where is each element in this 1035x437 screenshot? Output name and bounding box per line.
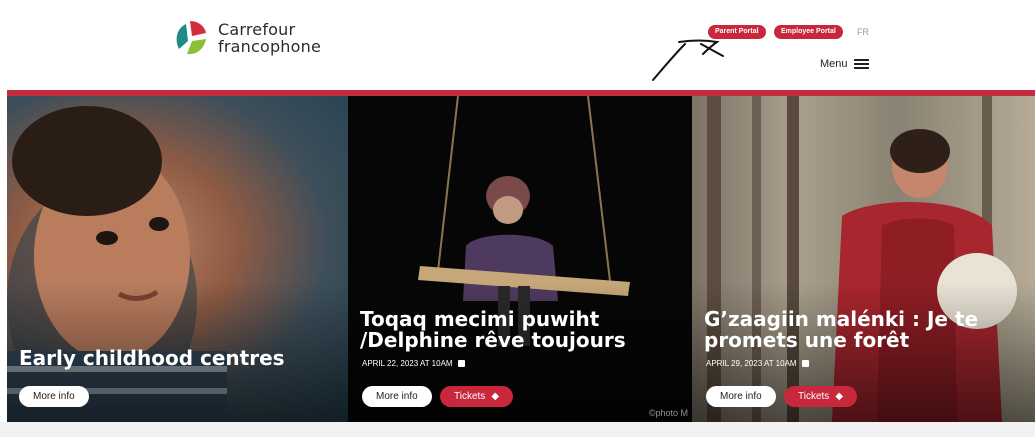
more-info-button[interactable]: More info (362, 386, 432, 407)
more-info-button[interactable]: More info (706, 386, 776, 407)
calendar-icon (457, 360, 465, 367)
card-title[interactable]: G’zaagiin malénki : Je te promets une fo… (704, 309, 994, 351)
card-title[interactable]: Early childhood centres (19, 348, 285, 369)
content-strip (0, 422, 1035, 437)
logo-text: Carrefour francophone (218, 21, 321, 55)
page: Carrefour francophone Parent Portal Empl… (0, 0, 1035, 437)
site-header: Carrefour francophone Parent Portal Empl… (0, 0, 1035, 90)
hamburger-icon (853, 59, 869, 69)
photo-credit: ©photo M (648, 408, 688, 418)
card-title[interactable]: Toqaq mecimi puwiht /Delphine rêve toujo… (360, 309, 650, 351)
card-early-childhood[interactable]: Early childhood centres More info (7, 96, 348, 422)
language-toggle[interactable]: FR (857, 25, 869, 39)
handwritten-arrow-annotation (652, 39, 724, 81)
logo-line-2: francophone (218, 37, 322, 56)
logo-mark-icon (176, 21, 206, 55)
menu-label: Menu (820, 58, 848, 70)
card-delphine[interactable]: Toqaq mecimi puwiht /Delphine rêve toujo… (348, 96, 692, 422)
tickets-label: Tickets (454, 391, 486, 402)
employee-portal-button[interactable]: Employee Portal (774, 25, 843, 39)
logo-line-1: Carrefour (218, 20, 296, 39)
more-info-button[interactable]: More info (19, 386, 89, 407)
tickets-button[interactable]: Tickets ◆ (440, 386, 514, 407)
card-meta: APRIL 22, 2023 AT 10AM (362, 359, 465, 368)
tickets-label: Tickets (798, 391, 830, 402)
ticket-icon: ◆ (835, 391, 844, 402)
card-meta: APRIL 29, 2023 AT 10AM (706, 359, 809, 368)
site-logo[interactable]: Carrefour francophone (171, 19, 321, 57)
menu-button[interactable]: Menu (820, 58, 869, 70)
card-gzaagiin[interactable]: G’zaagiin malénki : Je te promets une fo… (692, 96, 1035, 422)
tickets-button[interactable]: Tickets ◆ (784, 386, 858, 407)
ticket-icon: ◆ (491, 391, 500, 402)
event-date: APRIL 22, 2023 AT 10AM (362, 359, 453, 368)
event-date: APRIL 29, 2023 AT 10AM (706, 359, 797, 368)
calendar-icon (801, 360, 809, 367)
